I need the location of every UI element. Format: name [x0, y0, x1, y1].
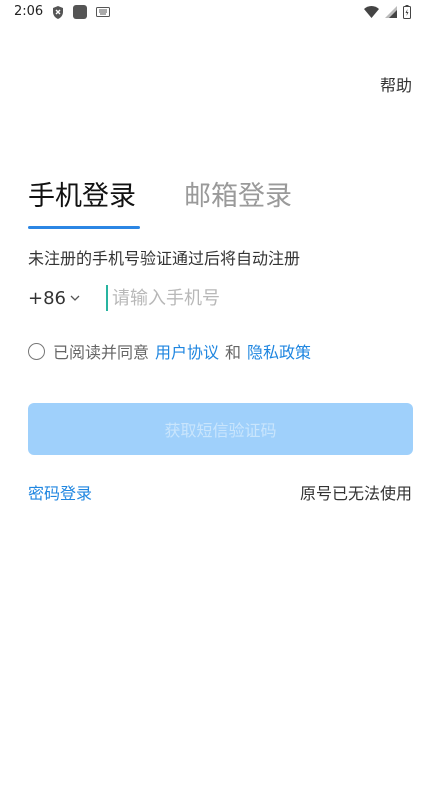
help-link[interactable]: 帮助: [380, 72, 412, 96]
shield-icon: [53, 5, 63, 19]
agreement-row: 已阅读并同意 用户协议 和 隐私政策: [28, 339, 311, 363]
country-code-label: +86: [28, 287, 66, 309]
keyboard-icon: [96, 7, 110, 17]
user-agreement-link[interactable]: 用户协议: [155, 339, 219, 363]
tab-email-login-label: 邮箱登录: [184, 181, 292, 212]
status-time: 2:06: [14, 4, 44, 19]
password-login-link[interactable]: 密码登录: [28, 480, 92, 504]
status-bar: 2:06: [0, 0, 441, 24]
tab-phone-login-label: 手机登录: [28, 181, 136, 212]
agreement-conjunction: 和: [225, 343, 242, 362]
tab-phone-login[interactable]: 手机登录: [28, 174, 140, 229]
auto-register-hint: 未注册的手机号验证通过后将自动注册: [28, 249, 301, 268]
chevron-down-icon: [70, 295, 80, 301]
phone-input[interactable]: [106, 285, 362, 311]
battery-icon: [403, 5, 411, 19]
privacy-policy-link[interactable]: 隐私政策: [247, 339, 311, 363]
get-sms-code-button[interactable]: 获取短信验证码: [28, 403, 413, 455]
login-tabs: 手机登录 邮箱登录: [28, 174, 292, 229]
wifi-icon: [364, 6, 379, 18]
tab-active-indicator: [28, 226, 140, 229]
tab-email-login[interactable]: 邮箱登录: [184, 174, 292, 229]
country-code-selector[interactable]: +86: [28, 288, 80, 309]
app-square-icon: [73, 5, 87, 19]
signal-icon: [385, 6, 397, 18]
lost-number-link[interactable]: 原号已无法使用: [300, 480, 412, 504]
agreement-checkbox[interactable]: [28, 342, 45, 360]
phone-row: +86: [28, 282, 412, 314]
agreement-prefix: 已阅读并同意: [53, 343, 150, 362]
